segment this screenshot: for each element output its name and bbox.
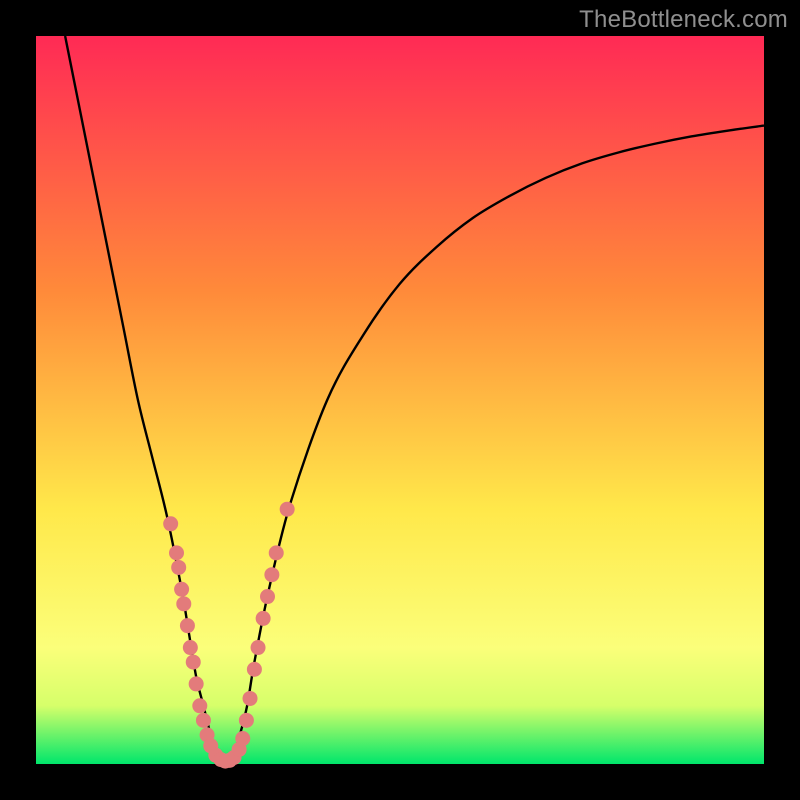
data-point <box>239 713 254 728</box>
data-point <box>235 731 250 746</box>
data-point <box>256 611 271 626</box>
data-point <box>163 516 178 531</box>
data-point <box>247 662 262 677</box>
data-point <box>171 560 186 575</box>
data-point <box>180 618 195 633</box>
left-branch-path <box>65 36 225 764</box>
data-point <box>196 713 211 728</box>
data-point <box>251 640 266 655</box>
data-point <box>189 676 204 691</box>
data-point <box>192 698 207 713</box>
data-point <box>176 596 191 611</box>
data-point <box>186 655 201 670</box>
data-point <box>243 691 258 706</box>
scatter-dots <box>163 502 294 769</box>
bottleneck-curve <box>36 36 764 764</box>
data-point <box>260 589 275 604</box>
data-point <box>174 582 189 597</box>
chart-frame: TheBottleneck.com <box>0 0 800 800</box>
right-branch-path <box>225 126 764 764</box>
data-point <box>169 545 184 560</box>
data-point <box>264 567 279 582</box>
data-point <box>280 502 295 517</box>
data-point <box>269 545 284 560</box>
data-point <box>183 640 198 655</box>
watermark-text: TheBottleneck.com <box>579 6 788 34</box>
